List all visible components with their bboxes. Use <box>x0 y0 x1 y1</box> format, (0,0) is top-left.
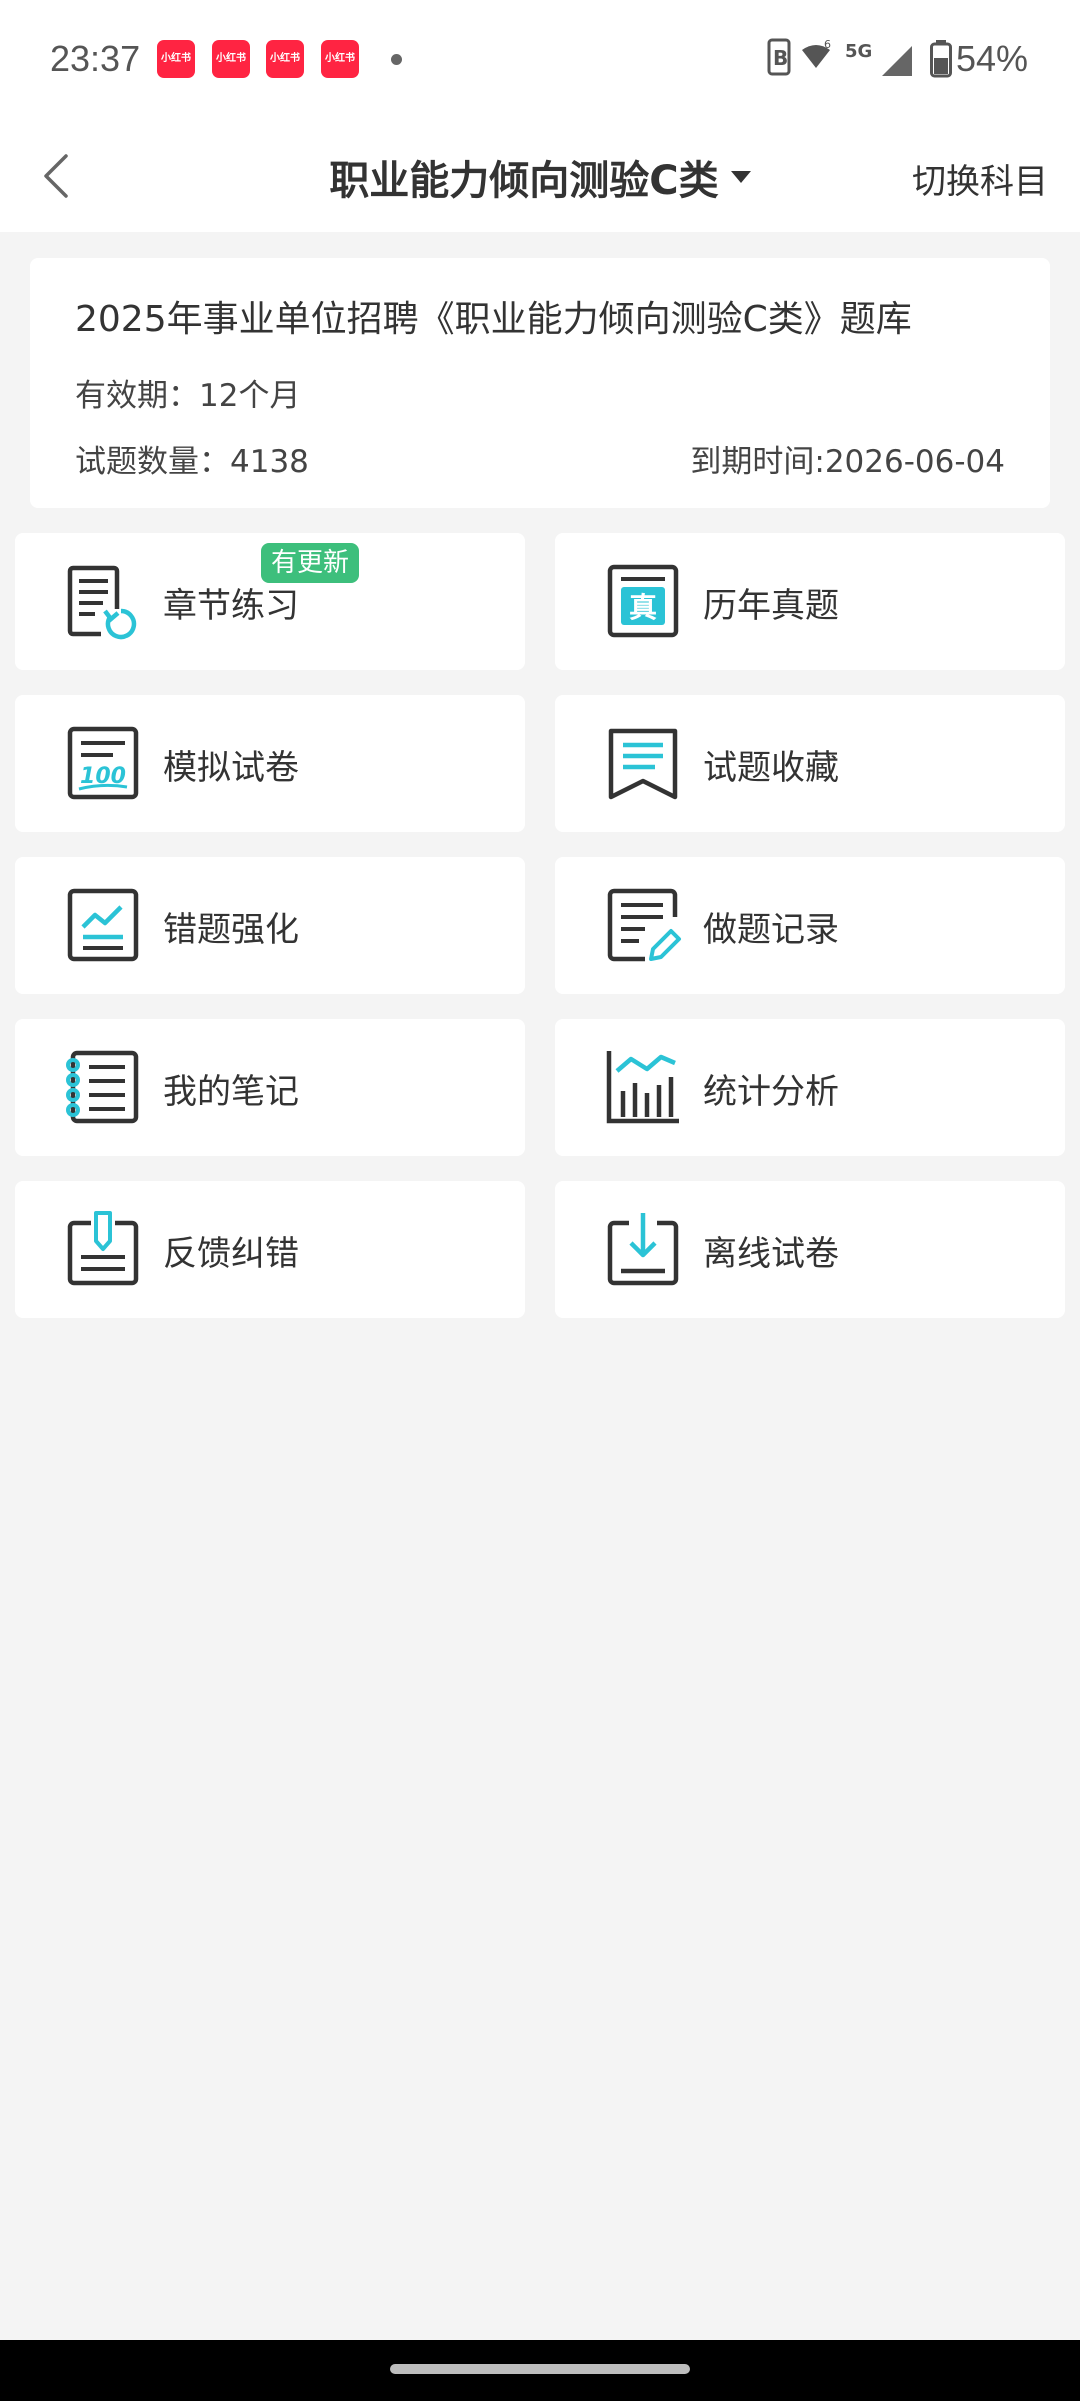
question-bank-info-card: 2025年事业单位招聘《职业能力倾向测验C类》题库 有效期：12个月 试题数量：… <box>30 258 1050 508</box>
expire-date: 到期时间:2026-06-04 <box>690 444 1005 480</box>
menu-label: 做题记录 <box>703 910 839 950</box>
xiaohongshu-notification-icon: 小红书 <box>266 40 304 78</box>
menu-favorites[interactable]: 试题收藏 <box>555 695 1065 832</box>
question-count: 试题数量：4138 <box>75 444 309 480</box>
statistics-icon <box>606 1051 679 1124</box>
system-navigation-bar <box>0 2340 1080 2401</box>
bank-title: 2025年事业单位招聘《职业能力倾向测验C类》题库 <box>75 299 912 340</box>
menu-label: 模拟试卷 <box>163 748 299 788</box>
menu-label: 统计分析 <box>703 1072 839 1112</box>
menu-offline-download[interactable]: 离线试卷 <box>555 1181 1065 1318</box>
page-title: 职业能力倾向测验C类 <box>329 158 719 204</box>
feedback-icon <box>67 1211 139 1286</box>
status-time: 23:37 <box>50 38 141 79</box>
status-bar: 23:37 小红书 小红书 小红书 小红书 B 6 5G 54% <box>0 0 1080 120</box>
menu-statistics[interactable]: 统计分析 <box>555 1019 1065 1156</box>
xiaohongshu-notification-icon: 小红书 <box>212 40 250 78</box>
xiaohongshu-notification-icon: 小红书 <box>157 40 195 78</box>
menu-feedback[interactable]: 反馈纠错 <box>15 1181 525 1318</box>
header: 职业能力倾向测验C类 切换科目 <box>0 120 1080 232</box>
menu-label: 试题收藏 <box>703 748 839 788</box>
menu-past-exams[interactable]: 真 历年真题 <box>555 533 1065 670</box>
past-exams-icon-text: 真 <box>629 591 657 624</box>
update-badge: 有更新 <box>261 543 360 583</box>
offline-download-icon <box>607 1213 679 1286</box>
wifi-icon: 6 <box>802 38 831 68</box>
menu-label: 我的笔记 <box>163 1072 299 1112</box>
notes-icon <box>66 1050 139 1124</box>
xiaohongshu-notification-icon: 小红书 <box>321 40 359 78</box>
menu-notes[interactable]: 我的笔记 <box>15 1019 525 1156</box>
more-notifications-dot <box>391 54 402 65</box>
status-icons: B 6 5G <box>767 38 912 76</box>
favorites-icon <box>608 728 678 800</box>
menu-label: 离线试卷 <box>703 1234 839 1274</box>
network-type: 5G <box>845 41 872 62</box>
battery-percent: 54% <box>956 38 1029 79</box>
menu-chapter-practice[interactable]: 章节练习 有更新 <box>15 533 525 670</box>
home-gesture-handle[interactable] <box>390 2364 690 2374</box>
mock-exam-icon: 100 <box>67 726 139 800</box>
menu-practice-record[interactable]: 做题记录 <box>555 857 1065 994</box>
menu-label: 历年真题 <box>703 586 839 626</box>
past-exams-icon: 真 <box>607 564 679 638</box>
menu-wrong-questions[interactable]: 错题强化 <box>15 857 525 994</box>
wrong-questions-icon <box>67 888 139 962</box>
caret-down-icon <box>730 171 751 183</box>
svg-text:6: 6 <box>824 38 831 51</box>
signal-icon <box>882 46 912 76</box>
practice-record-icon <box>607 888 681 962</box>
switch-subject-button[interactable]: 切换科目 <box>912 154 1048 203</box>
chapter-practice-icon <box>67 565 137 640</box>
svg-text:B: B <box>773 46 788 70</box>
menu-mock-exam[interactable]: 100 模拟试卷 <box>15 695 525 832</box>
validity-period: 有效期：12个月 <box>75 378 301 414</box>
battery-icon <box>930 40 952 78</box>
menu-label: 章节练习 <box>163 586 299 626</box>
nfc-icon: B <box>767 38 791 76</box>
menu-label: 反馈纠错 <box>163 1234 299 1274</box>
menu-label: 错题强化 <box>163 910 299 950</box>
